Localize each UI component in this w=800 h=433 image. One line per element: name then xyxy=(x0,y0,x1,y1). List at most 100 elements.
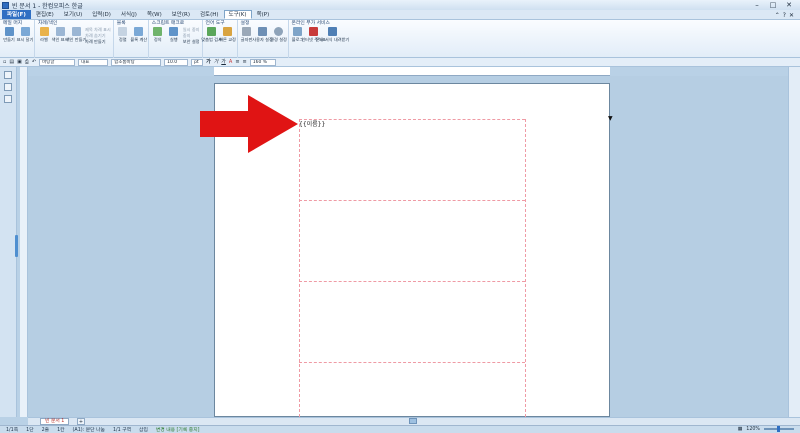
menu-security[interactable]: 보안(R) xyxy=(167,10,195,19)
undo-icon[interactable]: ↶ xyxy=(32,59,36,66)
zoom-level[interactable]: 120% xyxy=(746,427,760,432)
template-download-button[interactable]: 문서 서식 내려받기 xyxy=(316,27,349,42)
font-type-select[interactable]: 대표 xyxy=(78,58,109,66)
status-cell: (A1): 문단 나눔 xyxy=(72,428,105,433)
document-tab[interactable]: 빈 문서 1 xyxy=(40,418,70,425)
vertical-ruler xyxy=(20,67,28,417)
table-border-right xyxy=(525,119,526,417)
group-online-services: 온라인 부가 서비스 블로그 인터넷 주석표 문서 서식 내려받기 xyxy=(289,20,350,58)
new-doc-icon[interactable]: ▫ xyxy=(3,59,6,66)
menu-insert[interactable]: 입력(D) xyxy=(87,10,116,19)
close-button[interactable]: ✕ xyxy=(782,0,796,9)
status-bar: 1/1쪽 1단 2줄 1칸 (A1): 문단 나눔 1/1 구역 삽입 변경 내… xyxy=(0,425,800,433)
macro-security-button[interactable]: 보안 설정 xyxy=(183,39,200,44)
group-title: 온라인 부가 서비스 xyxy=(291,21,330,26)
user-settings-button[interactable]: 사용자 설정 xyxy=(252,27,273,42)
macro-run-button[interactable]: 실행 xyxy=(167,27,181,44)
index-make-icon xyxy=(71,27,81,36)
status-section: 1/1 구역 xyxy=(112,428,132,433)
sort-button[interactable]: 정렬 xyxy=(116,27,130,42)
menu-tools[interactable]: 도구(K) xyxy=(223,10,252,19)
menu-bar: 파일(F) 편집(E) 보기(U) 입력(D) 서식(J) 쪽(W) 보안(R)… xyxy=(0,10,800,20)
print-icon[interactable]: ⎙ xyxy=(25,59,29,66)
window-controls: – □ ✕ xyxy=(750,0,796,9)
menu-page[interactable]: 쪽(W) xyxy=(142,10,167,19)
font-select[interactable]: 함초롬바탕 xyxy=(111,58,162,66)
label-button[interactable]: 라벨 xyxy=(37,27,51,44)
menu-file[interactable]: 파일(F) xyxy=(2,10,31,19)
align-left-icon[interactable]: ≡ xyxy=(235,59,239,66)
style-select[interactable]: 바탕글 xyxy=(39,58,76,66)
block-calc-button[interactable]: 블록 계산 xyxy=(130,27,147,42)
save-icon[interactable]: ▣ xyxy=(17,59,22,66)
spellcheck-button[interactable]: 맞춤법 검사 xyxy=(201,27,222,42)
menu-view[interactable]: 보기(U) xyxy=(59,10,87,19)
group-title: 스크립트 매크로 xyxy=(151,21,185,26)
menu-edit[interactable]: 편집(E) xyxy=(31,10,59,19)
horizontal-scroll-thumb[interactable] xyxy=(409,418,417,424)
user-settings-icon xyxy=(258,27,268,36)
add-tab-button[interactable]: + xyxy=(77,418,85,425)
group-title: 차례/색인 xyxy=(38,21,58,26)
mail-merge-mark-button[interactable]: 표시 달기 xyxy=(17,27,33,42)
vertical-scrollbar[interactable] xyxy=(788,67,800,417)
page-edge-marker: ▼ xyxy=(608,115,613,122)
status-track-changes[interactable]: 변경 내용 [기록 중지] xyxy=(156,426,200,433)
template-icon xyxy=(328,27,338,36)
size-unit-select[interactable]: pt xyxy=(191,58,204,66)
mail-merge-create-button[interactable]: 만들기 xyxy=(2,27,16,42)
preferences-button[interactable]: 환경 설정 xyxy=(270,27,287,42)
toc-mark-button[interactable]: 제목 차례 표시 xyxy=(85,27,111,32)
horizontal-ruler xyxy=(214,67,610,76)
open-icon[interactable]: ▤ xyxy=(9,59,14,66)
minimize-button[interactable]: – xyxy=(750,0,764,9)
toc-small-buttons: 제목 차례 표시 차례 숨기기 차례 만들기 xyxy=(85,27,111,44)
label-icon xyxy=(39,27,49,36)
macro-small-buttons: 일시 중지 중지 보안 설정 xyxy=(183,27,200,44)
document-icon[interactable] xyxy=(4,83,12,91)
align-center-icon[interactable]: ≡ xyxy=(243,59,247,66)
help-button[interactable]: ? xyxy=(783,12,786,19)
quick-correct-button[interactable]: 빠른 교정 xyxy=(219,27,236,42)
macro-define-button[interactable]: 정의 xyxy=(151,27,165,44)
macro-stop-button[interactable]: 중지 xyxy=(183,33,200,38)
menu-page-2[interactable]: 쪽(P) xyxy=(252,10,275,19)
annotation-icon xyxy=(309,27,319,36)
index-make-button[interactable]: 색인 만들기 xyxy=(66,27,86,44)
calc-icon xyxy=(134,27,144,36)
status-column: 1단 xyxy=(26,428,34,433)
view-mode-icon[interactable]: ▦ xyxy=(738,427,743,432)
group-title: 언어 도구 xyxy=(205,21,225,26)
status-insert-mode[interactable]: 삽입 xyxy=(139,426,148,433)
maximize-button[interactable]: □ xyxy=(766,0,780,9)
group-toc-index: 차례/색인 라벨 색인 표시 색인 만들기 제목 차례 표시 차례 숨기기 차례… xyxy=(35,20,114,58)
menu-review[interactable]: 검토(H) xyxy=(195,10,224,19)
ribbon-collapse-button[interactable]: ⌃ xyxy=(775,12,780,19)
panel-resize-handle[interactable] xyxy=(15,235,18,257)
doc-close-button[interactable]: ✕ xyxy=(789,12,794,19)
pen-icon[interactable] xyxy=(4,71,12,79)
mail-icon xyxy=(4,27,14,36)
table-border-row3 xyxy=(299,362,525,363)
text-color-icon[interactable]: A xyxy=(229,59,232,66)
menu-right-controls: ⌃ ? ✕ xyxy=(775,10,794,20)
group-title: 설정 xyxy=(240,21,250,26)
table-border-row1 xyxy=(299,200,525,201)
status-line: 2줄 xyxy=(41,428,50,433)
line-spacing-input[interactable]: 160 % xyxy=(249,58,276,66)
toc-make-button[interactable]: 차례 만들기 xyxy=(85,39,111,44)
macro-pause-button[interactable]: 일시 중지 xyxy=(183,27,200,32)
underline-button[interactable]: 가 xyxy=(221,59,226,66)
gear-icon xyxy=(274,27,284,36)
zoom-slider[interactable] xyxy=(764,426,794,432)
menu-format[interactable]: 서식(J) xyxy=(116,10,142,19)
list-icon[interactable] xyxy=(4,95,12,103)
title-bar: 빈 문서 1 - 한컴오피스 한글 xyxy=(0,0,800,10)
toc-hide-button[interactable]: 차례 숨기기 xyxy=(85,33,111,38)
font-size-input[interactable]: 10.0 xyxy=(164,58,189,66)
mail-mark-icon xyxy=(20,27,30,36)
merge-field-name[interactable]: {{이름}} xyxy=(299,119,325,128)
bold-button[interactable]: 가 xyxy=(206,59,211,66)
italic-button[interactable]: 가 xyxy=(214,59,219,66)
keyboard-icon xyxy=(242,27,252,36)
